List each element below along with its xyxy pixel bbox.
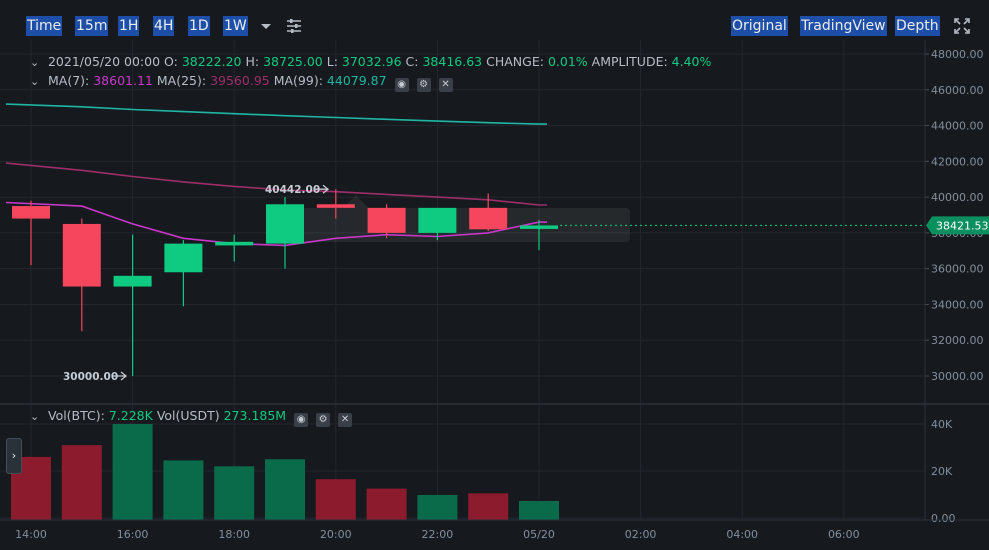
amplitude-label: AMPLITUDE: — [591, 54, 668, 69]
time-axis-label: 16:00 — [117, 528, 149, 541]
ma-settings-gear-icon[interactable]: ⚙ — [416, 78, 431, 92]
vol-settings-gear-icon[interactable]: ⚙ — [316, 413, 331, 427]
volume-info-row: ⌄ Vol(BTC): 7.228K Vol(USDT) 273.185M ◉ … — [30, 408, 353, 427]
volume-bars — [11, 424, 559, 520]
collapse-chevron-icon[interactable]: ⌄ — [30, 55, 44, 71]
ma99-line — [5, 103, 547, 125]
price-axis-label: 32000.00 — [931, 334, 984, 347]
change-value: 0.01% — [547, 54, 588, 69]
volume-axis-label: 40K — [931, 418, 953, 431]
time-axis-label: 04:00 — [726, 528, 758, 541]
volume-bar — [417, 494, 458, 520]
candle-down — [469, 207, 508, 230]
ma25-label: MA(25): — [156, 73, 207, 88]
ohlc-info-row: ⌄ 2021/05/20 00:00 O: 38222.20 H: 38725.… — [30, 54, 711, 70]
price-axis-label: 42000.00 — [931, 155, 984, 168]
candle-down — [12, 206, 50, 219]
volume-axis-label: 0.00 — [931, 512, 956, 525]
time-axis-label: 18:00 — [218, 528, 250, 541]
candle-up — [266, 204, 304, 244]
vol-usdt-value: 273.185M — [223, 408, 287, 423]
volume-bar — [468, 493, 509, 520]
vol-btc-label: Vol(BTC): — [47, 408, 105, 423]
volume-bar — [519, 501, 559, 520]
time-axis-label: 02:00 — [625, 528, 657, 541]
volume-bar — [315, 479, 356, 520]
ma99-value: 44079.87 — [326, 73, 387, 88]
time-axis-label: 20:00 — [320, 528, 352, 541]
time-axis-label: 22:00 — [422, 528, 454, 541]
price-axis-label: 46000.00 — [931, 84, 984, 97]
price-axis-label: 48000.00 — [931, 48, 984, 61]
amplitude-value: 4.40% — [671, 54, 712, 69]
candle-down — [367, 207, 406, 233]
ma-info-row: ⌄ MA(7): 38601.11 MA(25): 39560.95 MA(99… — [30, 73, 453, 92]
ma7-label: MA(7): — [47, 73, 90, 88]
high-annotation-label: 40442.00 — [265, 184, 320, 196]
volume-bar — [61, 445, 102, 520]
vol-visibility-eye-icon[interactable]: ◉ — [294, 413, 309, 427]
volume-bar — [163, 460, 204, 520]
high-value: 38725.00 — [263, 54, 323, 69]
volume-bar — [112, 424, 153, 520]
volume-axis-label: 20K — [931, 465, 953, 478]
price-axis-label: 36000.00 — [931, 263, 984, 276]
price-axis-label: 34000.00 — [931, 298, 984, 311]
time-axis-label: 05/20 — [523, 528, 555, 541]
price-axis-label: 44000.00 — [931, 120, 984, 133]
close-value: 38416.63 — [422, 54, 483, 69]
volume-bar — [265, 459, 305, 520]
vol-close-icon[interactable]: ✕ — [338, 413, 353, 427]
ma7-value: 38601.11 — [93, 73, 153, 88]
ma-collapse-chevron-icon[interactable]: ⌄ — [30, 74, 44, 90]
open-value: 38222.20 — [181, 54, 242, 69]
ohlc-date: 2021/05/20 00:00 — [47, 54, 161, 69]
low-value: 37032.96 — [341, 54, 402, 69]
ma25-value: 39560.95 — [210, 73, 270, 88]
price-axis-label: 30000.00 — [931, 370, 984, 383]
candle-up — [113, 275, 152, 287]
vol-btc-value: 7.228K — [108, 408, 153, 423]
candle-down — [316, 204, 355, 208]
last-price-label: 38421.53 — [936, 219, 989, 232]
candle-up — [418, 207, 457, 233]
volume-bar — [214, 466, 255, 520]
vol-collapse-chevron-icon[interactable]: ⌄ — [30, 409, 44, 425]
volume-bar — [366, 488, 407, 520]
vol-usdt-label: Vol(USDT) — [156, 408, 220, 423]
candle-down — [62, 223, 101, 287]
candle-up — [164, 243, 203, 273]
time-axis-label: 06:00 — [828, 528, 860, 541]
expand-side-panel-chevron-icon[interactable]: › — [6, 438, 22, 474]
time-axis-label: 14:00 — [15, 528, 47, 541]
ma-visibility-eye-icon[interactable]: ◉ — [394, 78, 409, 92]
high-label: H: — [245, 54, 260, 69]
change-label: CHANGE: — [486, 54, 544, 69]
candle-up — [520, 225, 558, 229]
low-label: L: — [326, 54, 338, 69]
open-label: O: — [164, 54, 178, 69]
low-annotation-label: 30000.00 — [63, 371, 118, 383]
ma-close-icon[interactable]: ✕ — [438, 78, 453, 92]
candles — [12, 189, 558, 376]
close-label: C: — [405, 54, 419, 69]
price-axis-label: 40000.00 — [931, 191, 984, 204]
ma99-label: MA(99): — [273, 73, 323, 88]
candle-up — [215, 241, 254, 246]
